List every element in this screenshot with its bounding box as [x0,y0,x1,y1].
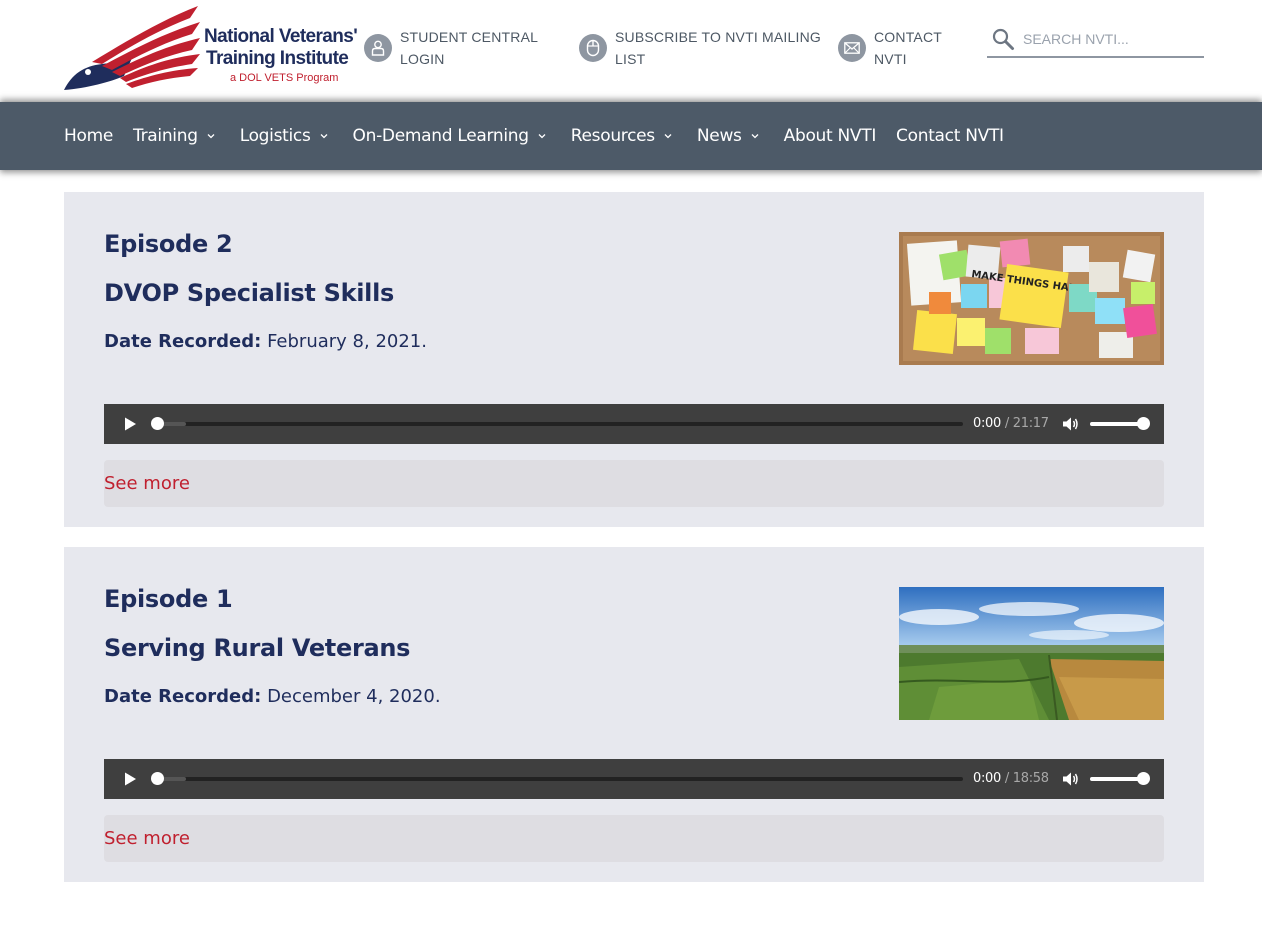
date-value: February 8, 2021. [267,331,427,352]
nav-item-label: Logistics [239,126,311,146]
nav-item-home[interactable]: Home [64,126,113,146]
current-time: 0:00 [973,416,1001,431]
episode-number: Episode 2 [104,230,233,258]
episode-date: Date Recorded: December 4, 2020. [104,686,441,707]
play-icon[interactable] [122,416,138,432]
volume-icon[interactable] [1061,415,1079,433]
see-more-toggle[interactable]: See more [104,460,1164,507]
duration: / 21:17 [1004,416,1049,431]
chevron-down-icon [664,134,672,139]
nav-item-contact-nvti[interactable]: Contact NVTI [896,126,1004,146]
logo-text-line2: Training Institute [206,48,349,69]
play-icon[interactable] [122,771,138,787]
subscribe-mailing-list-label: SUBSCRIBE TO NVTI MAILING LIST [615,29,821,67]
nav-item-label: Contact NVTI [896,126,1004,146]
subscribe-mailing-list-link[interactable]: SUBSCRIBE TO NVTI MAILING LIST [579,26,825,70]
nav-item-on-demand-learning[interactable]: On-Demand Learning [353,126,551,146]
volume-icon[interactable] [1061,770,1079,788]
episode-thumbnail: MAKE THINGS HAPPEN [899,232,1164,365]
audio-scrubber-handle[interactable] [151,417,164,430]
current-time: 0:00 [973,771,1001,786]
audio-player: 0:00 / 21:17 [104,404,1164,444]
nav-item-label: On-Demand Learning [352,126,530,146]
logo-text-line3: a DOL VETS Program [230,72,339,84]
episode-title: DVOP Specialist Skills [104,279,394,307]
episode-date: Date Recorded: February 8, 2021. [104,331,427,352]
see-more-label: See more [104,828,190,849]
nav-item-label: Home [64,126,114,146]
search-input[interactable] [1023,31,1193,47]
nav-item-label: Training [133,126,198,146]
nav-item-news[interactable]: News [697,126,764,146]
episode-card: Episode 2 DVOP Specialist Skills Date Re… [64,192,1204,527]
main-navigation: Home Training Logistics On-Demand Learni… [0,102,1262,170]
episode-title: Serving Rural Veterans [104,634,411,662]
volume-slider-track[interactable] [1090,777,1144,781]
nav-item-resources[interactable]: Resources [571,126,677,146]
see-more-label: See more [104,473,190,494]
nav-item-training[interactable]: Training [133,126,220,146]
nav-item-logistics[interactable]: Logistics [240,126,333,146]
logo-text-line1: National Veterans' [204,26,358,47]
see-more-toggle[interactable]: See more [104,815,1164,862]
nav-list: Home Training Logistics On-Demand Learni… [64,102,1024,170]
eagle-flag-icon [64,6,200,90]
audio-scrubber-handle[interactable] [151,772,164,785]
search-box [987,22,1204,58]
user-icon [364,34,392,62]
cork-board-sticky-notes-icon: MAKE THINGS HAPPEN [899,232,1164,365]
chevron-down-icon [538,134,546,139]
audio-player: 0:00 / 18:58 [104,759,1164,799]
chevron-down-icon [320,134,328,139]
audio-time: 0:00 / 21:17 [973,416,1049,431]
student-central-login-label: STUDENT CENTRAL LOGIN [400,29,538,67]
search-icon[interactable] [991,27,1015,51]
rural-farmland-landscape-icon [899,587,1164,720]
envelope-icon [838,34,866,62]
nav-item-label: About NVTI [783,126,877,146]
volume-slider-handle[interactable] [1137,772,1150,785]
chevron-down-icon [207,134,215,139]
episode-number: Episode 1 [104,585,233,613]
date-value: December 4, 2020. [267,686,441,707]
nav-item-label: Resources [570,126,655,146]
site-header: National Veterans' Training Institute a … [0,0,1262,102]
date-label: Date Recorded: [104,686,262,707]
episode-thumbnail [899,587,1164,720]
contact-nvti-link[interactable]: CONTACT NVTI [838,26,964,70]
chevron-down-icon [751,134,759,139]
date-label: Date Recorded: [104,331,262,352]
volume-slider-handle[interactable] [1137,417,1150,430]
contact-nvti-label: CONTACT NVTI [874,29,942,67]
volume-slider-track[interactable] [1090,422,1144,426]
audio-progress-track[interactable] [152,422,963,426]
nav-item-about-nvti[interactable]: About NVTI [783,126,877,146]
episode-card: Episode 1 Serving Rural Veterans Date Re… [64,547,1204,882]
duration: / 18:58 [1004,771,1049,786]
mouse-icon [579,34,607,62]
nvti-logo[interactable]: National Veterans' Training Institute a … [62,4,358,94]
audio-progress-track[interactable] [152,777,963,781]
student-central-login-link[interactable]: STUDENT CENTRAL LOGIN [364,26,560,70]
audio-time: 0:00 / 18:58 [973,771,1049,786]
nav-item-label: News [696,126,742,146]
